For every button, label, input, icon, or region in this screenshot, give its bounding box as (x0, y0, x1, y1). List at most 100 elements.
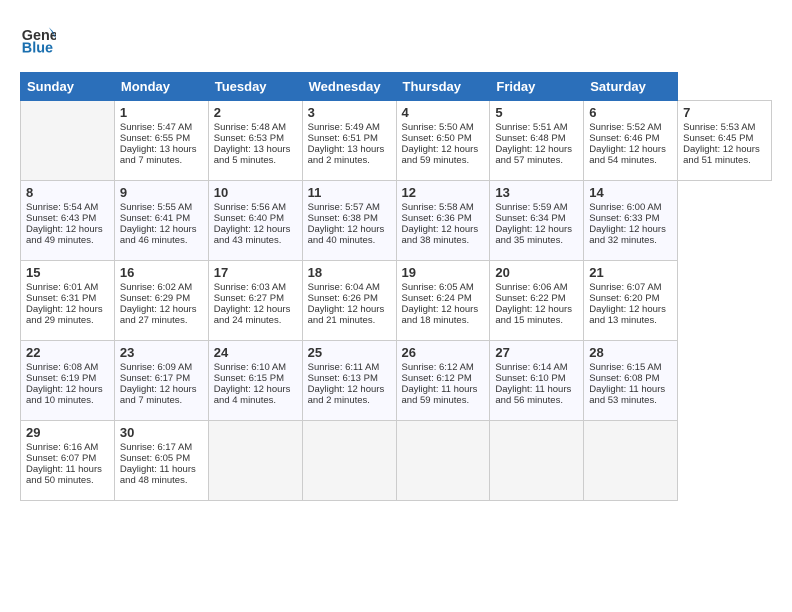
calendar-cell: 1Sunrise: 5:47 AMSunset: 6:55 PMDaylight… (114, 101, 208, 181)
daylight-text: Daylight: 12 hours and 59 minutes. (402, 144, 479, 166)
sunrise-text: Sunrise: 6:11 AM (308, 362, 380, 373)
daylight-text: Daylight: 12 hours and 2 minutes. (308, 384, 385, 406)
day-number: 14 (589, 185, 672, 200)
calendar-cell: 26Sunrise: 6:12 AMSunset: 6:12 PMDayligh… (396, 341, 490, 421)
calendar-week-4: 22Sunrise: 6:08 AMSunset: 6:19 PMDayligh… (21, 341, 772, 421)
daylight-text: Daylight: 12 hours and 21 minutes. (308, 304, 385, 326)
sunrise-text: Sunrise: 6:10 AM (214, 362, 286, 373)
calendar-cell: 16Sunrise: 6:02 AMSunset: 6:29 PMDayligh… (114, 261, 208, 341)
day-number: 16 (120, 265, 203, 280)
sunset-text: Sunset: 6:10 PM (495, 373, 565, 384)
day-number: 9 (120, 185, 203, 200)
sunrise-text: Sunrise: 6:04 AM (308, 282, 380, 293)
sunset-text: Sunset: 6:31 PM (26, 293, 96, 304)
sunset-text: Sunset: 6:41 PM (120, 213, 190, 224)
calendar-cell: 19Sunrise: 6:05 AMSunset: 6:24 PMDayligh… (396, 261, 490, 341)
sunset-text: Sunset: 6:34 PM (495, 213, 565, 224)
day-number: 22 (26, 345, 109, 360)
sunset-text: Sunset: 6:50 PM (402, 133, 472, 144)
sunset-text: Sunset: 6:07 PM (26, 453, 96, 464)
sunset-text: Sunset: 6:22 PM (495, 293, 565, 304)
daylight-text: Daylight: 11 hours and 59 minutes. (402, 384, 478, 406)
sunset-text: Sunset: 6:45 PM (683, 133, 753, 144)
calendar-cell: 29Sunrise: 6:16 AMSunset: 6:07 PMDayligh… (21, 421, 115, 501)
logo-icon: General Blue (20, 20, 56, 56)
calendar-cell: 4Sunrise: 5:50 AMSunset: 6:50 PMDaylight… (396, 101, 490, 181)
daylight-text: Daylight: 12 hours and 7 minutes. (120, 384, 197, 406)
calendar-cell: 20Sunrise: 6:06 AMSunset: 6:22 PMDayligh… (490, 261, 584, 341)
sunset-text: Sunset: 6:19 PM (26, 373, 96, 384)
sunrise-text: Sunrise: 5:47 AM (120, 122, 192, 133)
day-number: 19 (402, 265, 485, 280)
sunrise-text: Sunrise: 6:03 AM (214, 282, 286, 293)
sunset-text: Sunset: 6:53 PM (214, 133, 284, 144)
sunrise-text: Sunrise: 6:08 AM (26, 362, 98, 373)
calendar-cell: 25Sunrise: 6:11 AMSunset: 6:13 PMDayligh… (302, 341, 396, 421)
calendar-cell: 3Sunrise: 5:49 AMSunset: 6:51 PMDaylight… (302, 101, 396, 181)
day-number: 7 (683, 105, 766, 120)
day-number: 2 (214, 105, 297, 120)
day-number: 20 (495, 265, 578, 280)
sunrise-text: Sunrise: 6:01 AM (26, 282, 98, 293)
calendar-cell: 13Sunrise: 5:59 AMSunset: 6:34 PMDayligh… (490, 181, 584, 261)
day-number: 27 (495, 345, 578, 360)
day-number: 8 (26, 185, 109, 200)
sunset-text: Sunset: 6:29 PM (120, 293, 190, 304)
weekday-header-thursday: Thursday (396, 73, 490, 101)
daylight-text: Daylight: 12 hours and 40 minutes. (308, 224, 385, 246)
calendar-cell: 17Sunrise: 6:03 AMSunset: 6:27 PMDayligh… (208, 261, 302, 341)
sunset-text: Sunset: 6:40 PM (214, 213, 284, 224)
daylight-text: Daylight: 12 hours and 46 minutes. (120, 224, 197, 246)
sunrise-text: Sunrise: 5:56 AM (214, 202, 286, 213)
daylight-text: Daylight: 13 hours and 7 minutes. (120, 144, 197, 166)
calendar-cell: 30Sunrise: 6:17 AMSunset: 6:05 PMDayligh… (114, 421, 208, 501)
calendar-week-5: 29Sunrise: 6:16 AMSunset: 6:07 PMDayligh… (21, 421, 772, 501)
calendar-table: SundayMondayTuesdayWednesdayThursdayFrid… (20, 72, 772, 501)
day-number: 15 (26, 265, 109, 280)
sunset-text: Sunset: 6:33 PM (589, 213, 659, 224)
daylight-text: Daylight: 12 hours and 49 minutes. (26, 224, 103, 246)
day-number: 26 (402, 345, 485, 360)
sunset-text: Sunset: 6:27 PM (214, 293, 284, 304)
calendar-cell: 10Sunrise: 5:56 AMSunset: 6:40 PMDayligh… (208, 181, 302, 261)
sunset-text: Sunset: 6:26 PM (308, 293, 378, 304)
calendar-cell: 5Sunrise: 5:51 AMSunset: 6:48 PMDaylight… (490, 101, 584, 181)
weekday-header-tuesday: Tuesday (208, 73, 302, 101)
sunrise-text: Sunrise: 5:48 AM (214, 122, 286, 133)
day-number: 3 (308, 105, 391, 120)
calendar-cell: 9 Sunrise: 5:55 AMSunset: 6:41 PMDaylight… (114, 181, 208, 261)
day-number: 10 (214, 185, 297, 200)
daylight-text: Daylight: 12 hours and 35 minutes. (495, 224, 572, 246)
sunrise-text: Sunrise: 6:14 AM (495, 362, 567, 373)
daylight-text: Daylight: 12 hours and 24 minutes. (214, 304, 291, 326)
sunset-text: Sunset: 6:05 PM (120, 453, 190, 464)
daylight-text: Daylight: 12 hours and 18 minutes. (402, 304, 479, 326)
daylight-text: Daylight: 12 hours and 32 minutes. (589, 224, 666, 246)
calendar-body: 1Sunrise: 5:47 AMSunset: 6:55 PMDaylight… (21, 101, 772, 501)
day-number: 12 (402, 185, 485, 200)
sunrise-text: Sunrise: 5:51 AM (495, 122, 567, 133)
sunrise-text: Sunrise: 6:00 AM (589, 202, 661, 213)
sunset-text: Sunset: 6:08 PM (589, 373, 659, 384)
calendar-cell (302, 421, 396, 501)
day-number: 4 (402, 105, 485, 120)
calendar-week-2: 8Sunrise: 5:54 AMSunset: 6:43 PMDaylight… (21, 181, 772, 261)
sunrise-text: Sunrise: 6:02 AM (120, 282, 192, 293)
sunset-text: Sunset: 6:15 PM (214, 373, 284, 384)
daylight-text: Daylight: 12 hours and 10 minutes. (26, 384, 103, 406)
daylight-text: Daylight: 12 hours and 57 minutes. (495, 144, 572, 166)
calendar-cell: 24Sunrise: 6:10 AMSunset: 6:15 PMDayligh… (208, 341, 302, 421)
daylight-text: Daylight: 12 hours and 29 minutes. (26, 304, 103, 326)
day-number: 11 (308, 185, 391, 200)
sunset-text: Sunset: 6:55 PM (120, 133, 190, 144)
calendar-cell: 28Sunrise: 6:15 AMSunset: 6:08 PMDayligh… (584, 341, 678, 421)
sunrise-text: Sunrise: 5:54 AM (26, 202, 98, 213)
calendar-cell (584, 421, 678, 501)
calendar-cell (490, 421, 584, 501)
daylight-text: Daylight: 11 hours and 53 minutes. (589, 384, 665, 406)
sunset-text: Sunset: 6:17 PM (120, 373, 190, 384)
sunrise-text: Sunrise: 5:55 AM (120, 202, 192, 213)
daylight-text: Daylight: 12 hours and 38 minutes. (402, 224, 479, 246)
calendar-cell (208, 421, 302, 501)
weekday-header-friday: Friday (490, 73, 584, 101)
